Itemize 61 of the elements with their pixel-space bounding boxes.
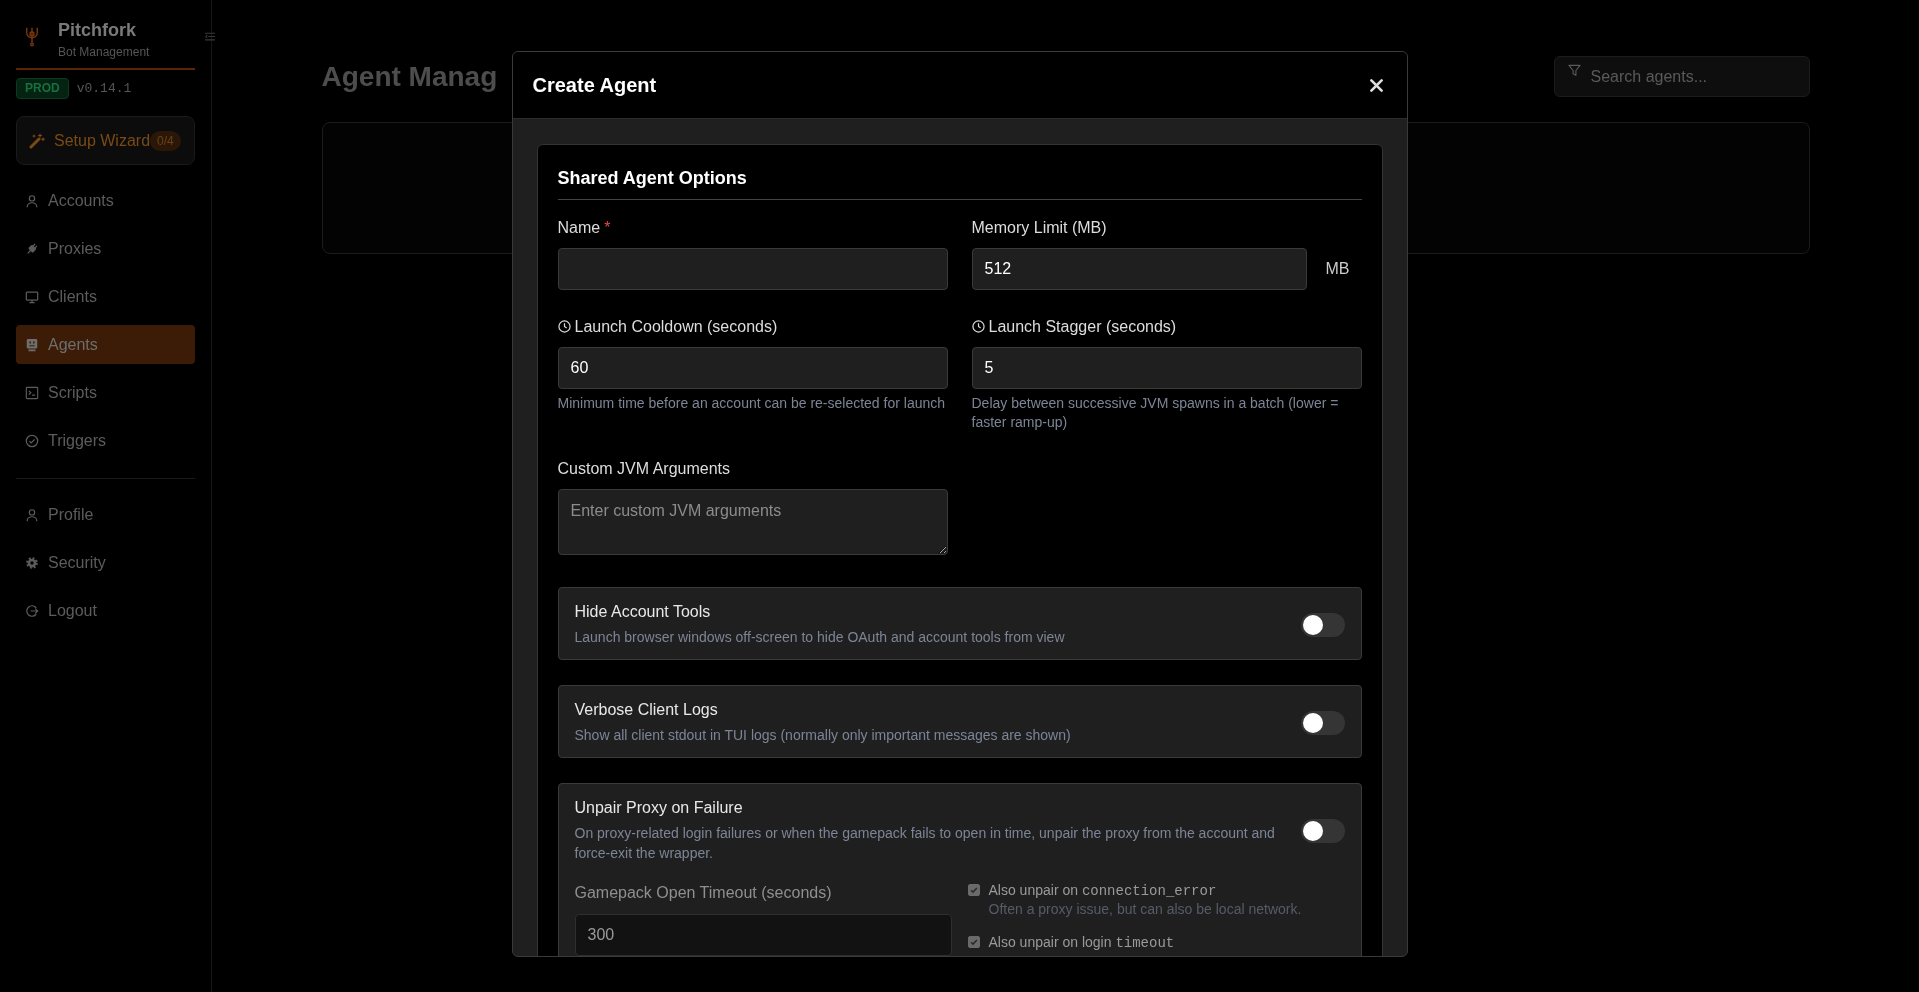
help-text: Minimum time before an account can be re-selected for launch: [557, 394, 947, 413]
setting-title: Unpair Proxy on Failure: [574, 798, 744, 818]
nav-item[interactable]: Agents: [16, 325, 195, 364]
progress-badge: 0/4: [150, 130, 181, 151]
close-icon: [1369, 78, 1383, 92]
user-icon: [25, 193, 39, 208]
field-label: Memory Limit (MB): [971, 218, 1107, 237]
setting-description: Launch browser windows off-screen to hide OAuth and account tools from view: [574, 628, 1066, 647]
setting-description: On proxy-related login failures or when the gamepack fails to open in time, unpair the proxy from the account and force-exit the wrapper.: [574, 824, 1276, 863]
memory-limit-input[interactable]: 512: [971, 248, 1307, 290]
cooldown-input[interactable]: 60: [557, 347, 948, 389]
nav-item[interactable]: Scripts: [16, 373, 195, 412]
setting-title: Verbose Client Logs: [574, 700, 719, 720]
field-label: Launch Cooldown (seconds): [574, 317, 778, 336]
nav-item[interactable]: Logout: [16, 591, 195, 630]
setup-wizard-button[interactable]: Setup Wizard 0/4: [16, 116, 195, 165]
settings-icon: [25, 555, 39, 570]
setting-description: Show all client stdout in TUI logs (normally only important messages are shown): [574, 726, 1072, 745]
setting-title: Hide Account Tools: [574, 602, 712, 622]
unit-label: MB: [1325, 260, 1350, 278]
toggle-switch[interactable]: [1300, 818, 1345, 843]
terminal-icon: [25, 385, 39, 400]
version-label: v0.14.1: [76, 81, 132, 96]
section-title: Shared Agent Options: [557, 167, 1362, 200]
monitor-icon: [25, 289, 39, 304]
robot-face-icon: [25, 337, 39, 352]
field-label: Gamepack Open Timeout (seconds): [574, 883, 833, 903]
name-input[interactable]: [557, 248, 948, 290]
help-text: Delay between successive JVM spawns in a batch (lower = faster ramp-up): [971, 394, 1340, 432]
checkbox-label: Also unpair on login timeout: [988, 933, 1175, 952]
required-mark: *: [604, 218, 611, 237]
toggle-switch[interactable]: [1300, 710, 1345, 735]
clock-icon: [557, 320, 571, 333]
nav-item[interactable]: Proxies: [16, 229, 195, 268]
modal-title: Create Agent: [532, 73, 657, 97]
brand-subtitle: Bot Management: [58, 44, 150, 60]
checkbox-label: Also unpair on connection_error: [988, 881, 1218, 900]
stagger-input[interactable]: 5: [971, 347, 1362, 389]
logout-icon: [25, 603, 39, 618]
clock-icon: [971, 320, 985, 333]
nav-item[interactable]: Triggers: [16, 421, 195, 460]
jvm-arguments-textarea[interactable]: Enter custom JVM arguments: [557, 489, 948, 555]
nav-item[interactable]: Security: [16, 543, 195, 582]
nav-item[interactable]: Accounts: [16, 181, 195, 220]
toggle-switch[interactable]: [1300, 612, 1345, 637]
field-label: Name: [557, 218, 601, 237]
user-icon: [25, 507, 39, 522]
nav-item[interactable]: Profile: [16, 495, 195, 534]
help-text: Often a proxy issue, but can also be local network.: [988, 900, 1302, 919]
filter-icon: [1567, 64, 1581, 77]
trident-logo-icon: [25, 27, 39, 47]
magic-wand-icon: [29, 132, 45, 149]
nav-item[interactable]: Clients: [16, 277, 195, 316]
brand-name: Pitchfork: [58, 19, 137, 41]
close-button[interactable]: [1369, 78, 1383, 92]
field-label: Launch Stagger (seconds): [988, 317, 1177, 336]
search-field[interactable]: Search agents...: [1553, 56, 1810, 97]
page-title: Agent Manag: [321, 59, 498, 94]
field-label: Custom JVM Arguments: [557, 459, 730, 478]
environment-badge: PROD: [16, 78, 69, 99]
check-circle-icon: [25, 433, 39, 448]
